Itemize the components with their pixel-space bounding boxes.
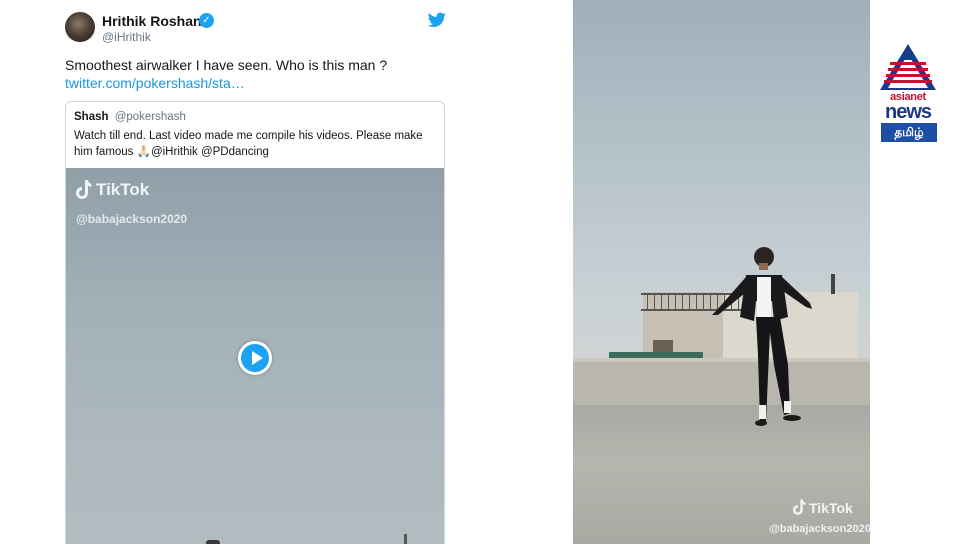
tiktok-watermark: TikTok bbox=[76, 180, 149, 200]
asianet-news-logo: asianet news தமிழ் bbox=[880, 44, 937, 142]
tiktok-note-icon bbox=[793, 499, 806, 515]
logo-language-tag: தமிழ் bbox=[881, 123, 937, 142]
twitter-bird-icon[interactable] bbox=[428, 12, 446, 28]
tweet-text: Smoothest airwalker I have seen. Who is … bbox=[65, 57, 388, 73]
tiktok-brand-label: TikTok bbox=[809, 499, 853, 516]
quoted-tweet-header: Shash @pokershash bbox=[74, 111, 186, 123]
tiktok-watermark: TikTok bbox=[793, 499, 853, 516]
display-name[interactable]: Hrithik Roshan bbox=[102, 13, 202, 29]
logo-word-news: news bbox=[884, 101, 932, 123]
tiktok-note-icon bbox=[76, 180, 92, 199]
verified-badge-icon: ✓ bbox=[199, 13, 214, 28]
quoted-handle[interactable]: @pokershash bbox=[115, 111, 186, 123]
tiktok-username: @babajackson2020 bbox=[76, 212, 188, 226]
video-frame-detail bbox=[404, 534, 407, 544]
asianet-mountain-icon bbox=[880, 44, 936, 90]
play-button-icon[interactable] bbox=[238, 341, 272, 375]
video-frame-detail bbox=[206, 540, 220, 544]
tiktok-username: @babajackson2020 bbox=[769, 523, 870, 535]
quoted-video[interactable]: TikTok @babajackson2020 bbox=[66, 168, 444, 544]
user-handle[interactable]: @iHrithik bbox=[102, 30, 151, 44]
tweet-embed: Hrithik Roshan ✓ @iHrithik Smoothest air… bbox=[64, 0, 448, 544]
tweet-link[interactable]: twitter.com/pokershash/sta… bbox=[65, 74, 245, 92]
chimney-pipe bbox=[831, 274, 835, 294]
tiktok-video-frame[interactable]: TikTok @babajackson2020 bbox=[573, 0, 870, 544]
tiktok-brand-label: TikTok bbox=[96, 180, 150, 199]
quoted-display-name[interactable]: Shash bbox=[74, 111, 109, 123]
quoted-tweet-text: Watch till end. Last video made me compi… bbox=[74, 130, 423, 158]
dancer-figure bbox=[712, 247, 812, 426]
avatar[interactable] bbox=[65, 12, 95, 42]
quoted-tweet[interactable]: Shash @pokershash Watch till end. Last v… bbox=[65, 101, 445, 544]
